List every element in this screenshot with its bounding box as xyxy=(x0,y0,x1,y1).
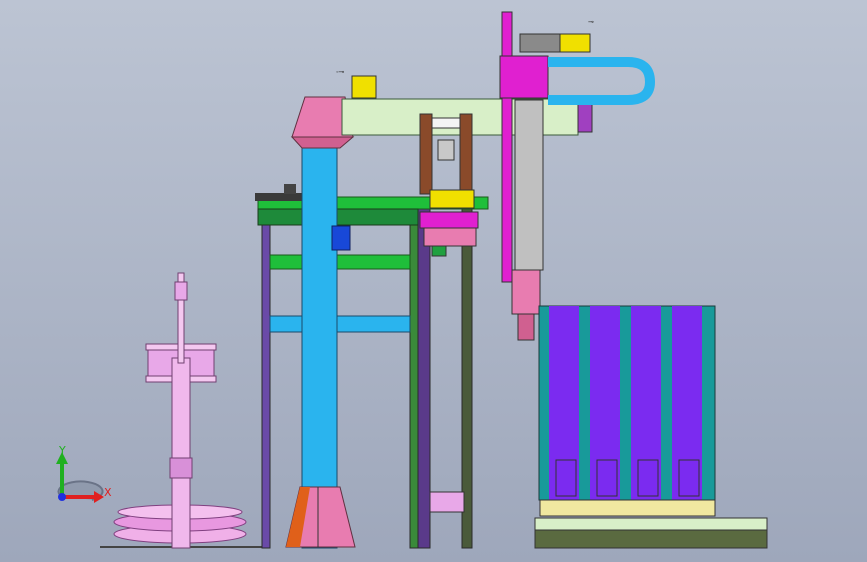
magazine-rack xyxy=(534,305,768,549)
y-axis-label: Y xyxy=(58,444,66,457)
lift-arm: ⊸ xyxy=(499,11,656,341)
machine-drawing: ◦⊸ ⊸ Y X xyxy=(56,11,768,549)
x-axis-label: X xyxy=(104,486,112,499)
coordinate-triad: Y X xyxy=(56,444,112,503)
cad-viewport[interactable]: ◦⊸ ⊸ Y X xyxy=(0,0,867,562)
coil-stand xyxy=(100,272,270,549)
svg-text:⊸: ⊸ xyxy=(588,19,594,26)
svg-text:◦⊸: ◦⊸ xyxy=(336,69,344,76)
